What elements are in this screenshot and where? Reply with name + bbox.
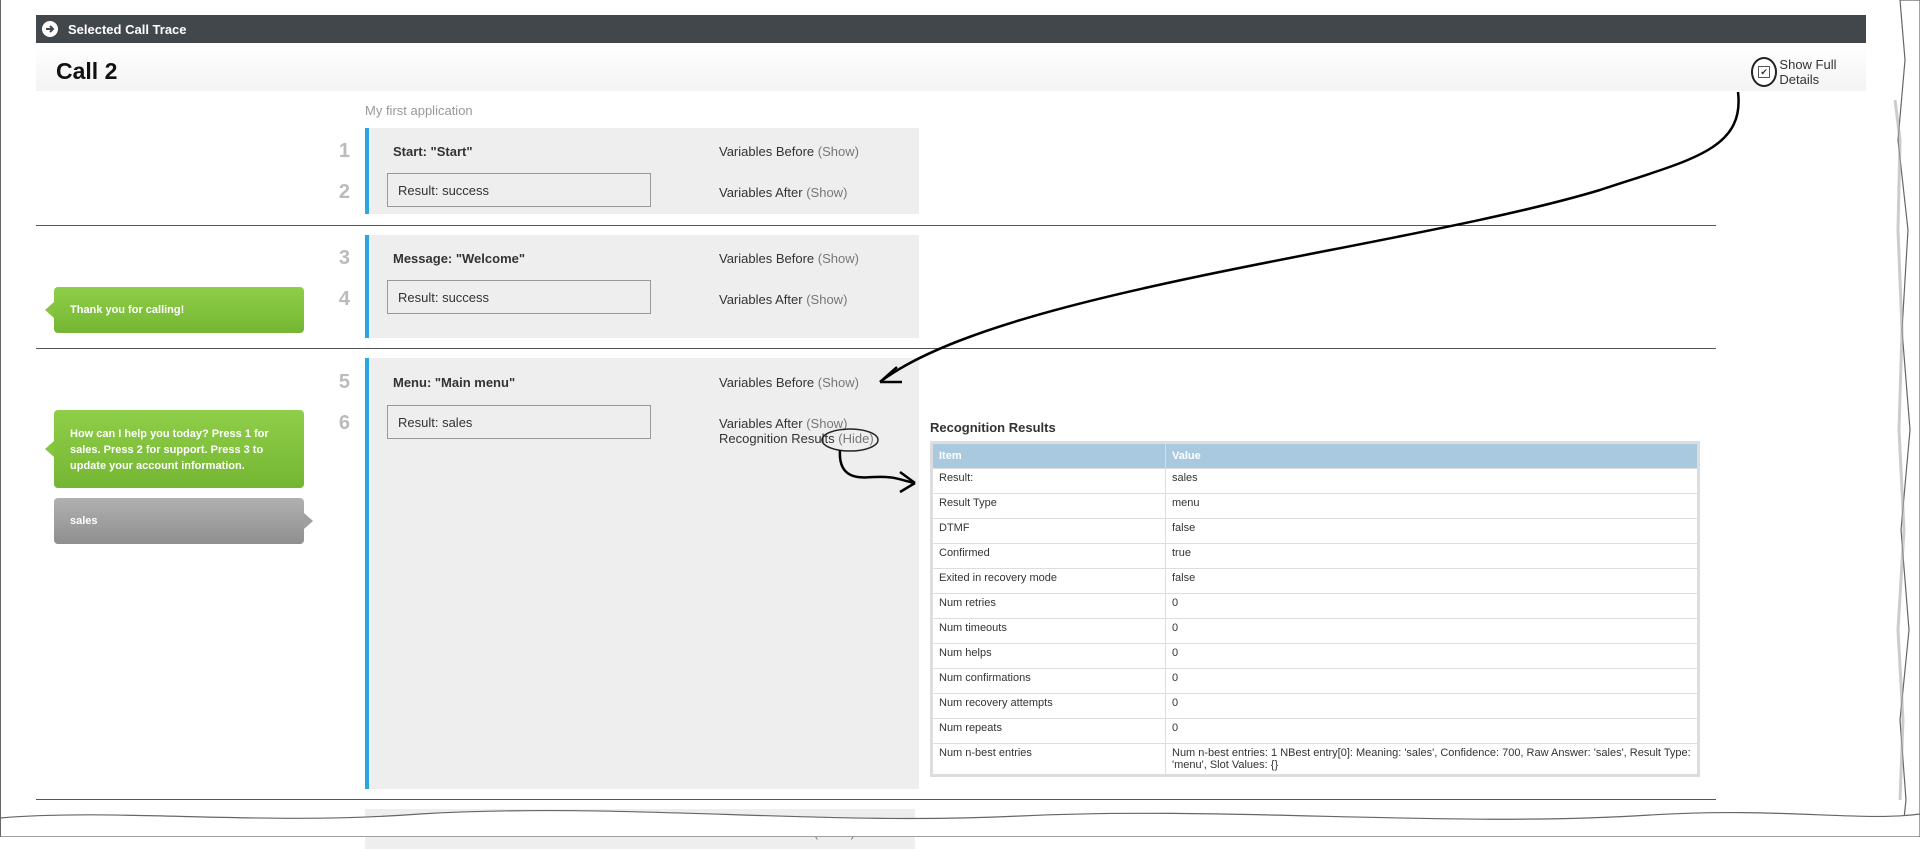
annotation-arrow [838,449,916,485]
call-trace-page: Selected Call Trace Call 2 ✔ Show Full D… [0,0,1920,849]
highlight-circle [821,428,879,452]
torn-edge-bottom [0,809,1920,837]
annotation-overlay [0,0,1920,837]
annotation-arrow [879,91,1740,383]
